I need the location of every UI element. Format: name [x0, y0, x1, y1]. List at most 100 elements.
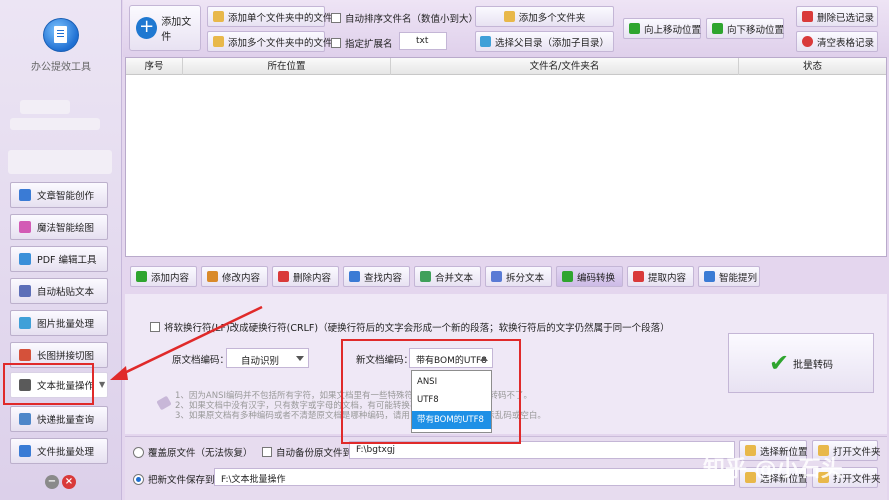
clear-table-label: 清空表格记录: [817, 37, 875, 49]
watermark: 知乎 @小石头: [703, 457, 843, 482]
auto-backup-checkbox[interactable]: 自动备份原文件到：: [262, 445, 362, 459]
specify-ext-checkbox[interactable]: 指定扩展名: [331, 36, 393, 50]
sidebar-item-label: 文件批量处理: [37, 447, 95, 458]
function-tab[interactable]: 修改内容: [201, 266, 268, 287]
function-tab[interactable]: 提取内容: [627, 266, 694, 287]
collapse-arrow-icon[interactable]: ▼: [99, 380, 105, 389]
checkbox-box[interactable]: [331, 13, 341, 23]
sidebar-item-icon: [19, 413, 31, 425]
source-encoding-value: 自动识别: [241, 356, 280, 367]
highlight-frame: [341, 339, 521, 444]
overwrite-label: 覆盖原文件（无法恢复）: [148, 448, 253, 459]
sidebar-item-icon: [19, 317, 31, 329]
specify-ext-label: 指定扩展名: [345, 39, 393, 50]
delete-selected-button[interactable]: 删除已选记录: [796, 6, 878, 27]
source-encoding-select[interactable]: 自动识别: [226, 348, 309, 368]
add-multi-folder-files-label: 添加多个文件夹中的文件: [228, 37, 333, 49]
file-table[interactable]: 序号 所在位置 文件名/文件夹名 状态: [125, 57, 887, 257]
function-tab[interactable]: 添加内容: [130, 266, 197, 287]
column-header-index[interactable]: 序号: [126, 58, 183, 75]
function-tab-label: 拆分文本: [506, 272, 545, 284]
function-tab[interactable]: 合并文本: [414, 266, 481, 287]
save-path-input[interactable]: F:\文本批量操作: [214, 468, 735, 486]
move-up-button[interactable]: 向上移动位置: [623, 18, 701, 39]
column-header-status[interactable]: 状态: [739, 58, 886, 75]
sidebar-item-label: 快递批量查询: [37, 415, 95, 426]
checkbox-box[interactable]: [262, 447, 272, 457]
save-new-radio[interactable]: 把新文件保存到：: [133, 472, 224, 486]
checkmark-icon: ✔: [768, 349, 790, 377]
sidebar-item[interactable]: 自动粘贴文本: [10, 278, 108, 304]
app-name: 办公提效工具: [31, 62, 91, 73]
function-tab-icon: [633, 271, 644, 282]
add-multi-folder-files-button[interactable]: 添加多个文件夹中的文件: [207, 31, 333, 52]
select-parent-label: 选择父目录（添加子目录）: [495, 37, 610, 49]
sidebar-item-label: 长图拼接切图: [37, 351, 95, 362]
arrow-up-icon: [629, 23, 640, 34]
delete-selected-label: 删除已选记录: [817, 12, 875, 24]
function-tab-icon: [491, 271, 502, 282]
sidebar-item[interactable]: 图片批量处理: [10, 310, 108, 336]
sidebar-item-icon: [19, 285, 31, 297]
sidebar-item[interactable]: 快递批量查询: [10, 406, 108, 432]
clear-icon: [802, 36, 813, 47]
extension-input[interactable]: txt: [399, 32, 447, 50]
add-file-label: 添加文件: [161, 17, 192, 43]
blurred-region: [10, 118, 100, 130]
function-tab-label: 合并文本: [435, 272, 474, 284]
checkbox-box[interactable]: [150, 322, 160, 332]
sidebar-item[interactable]: PDF 编辑工具: [10, 246, 108, 272]
folder-add-icon: [503, 11, 515, 22]
sidebar-item-icon: [19, 253, 31, 265]
function-tab-icon: [420, 271, 431, 282]
lf-to-crlf-checkbox[interactable]: 将软换行符(LF)改成硬换行符(CRLF)（硬换行符后的文字会形成一个新的段落；…: [150, 320, 670, 334]
function-tab-icon: [207, 271, 218, 282]
function-tab-label: 编码转换: [577, 272, 616, 284]
function-tab-icon: [278, 271, 289, 282]
sidebar-item[interactable]: 魔法智能绘图: [10, 214, 108, 240]
sidebar-item-icon: [19, 445, 31, 457]
move-up-label: 向上移动位置: [644, 24, 702, 36]
radio-button-selected[interactable]: [133, 473, 144, 485]
source-encoding-label: 原文档编码：: [172, 355, 230, 366]
folder-tree-icon: [480, 36, 491, 47]
column-header-filename[interactable]: 文件名/文件夹名: [391, 58, 739, 75]
sidebar-item[interactable]: 文件批量处理: [10, 438, 108, 464]
sidebar-item-label: 自动粘贴文本: [37, 287, 95, 298]
overwrite-radio[interactable]: 覆盖原文件（无法恢复）: [133, 445, 253, 459]
radio-button[interactable]: [133, 446, 144, 458]
add-multi-folders-button[interactable]: 添加多个文件夹: [475, 6, 614, 27]
sidebar-item-icon: [19, 349, 31, 361]
function-tab[interactable]: 删除内容: [272, 266, 339, 287]
sidebar-item-label: 魔法智能绘图: [37, 223, 95, 234]
sidebar-item-label: 文章智能创作: [37, 191, 95, 202]
plus-icon: +: [136, 17, 158, 39]
clear-table-button[interactable]: 清空表格记录: [796, 31, 878, 52]
minimize-button[interactable]: −: [45, 475, 59, 489]
auto-sort-checkbox[interactable]: 自动排序文件名（数值小到大）: [331, 11, 478, 25]
close-button[interactable]: ×: [62, 475, 76, 489]
blurred-region: [8, 150, 112, 174]
batch-convert-label: 批量转码: [793, 359, 834, 371]
function-tab[interactable]: 编码转换: [556, 266, 623, 287]
arrow-down-icon: [712, 23, 723, 34]
function-tab[interactable]: 智能提列: [698, 266, 760, 287]
sidebar-item[interactable]: 文章智能创作: [10, 182, 108, 208]
column-header-location[interactable]: 所在位置: [183, 58, 391, 75]
sidebar-item-icon: [19, 221, 31, 233]
function-tab[interactable]: 查找内容: [343, 266, 410, 287]
move-down-button[interactable]: 向下移动位置: [706, 18, 784, 39]
function-tab[interactable]: 拆分文本: [485, 266, 552, 287]
select-parent-button[interactable]: 选择父目录（添加子目录）: [475, 31, 614, 52]
move-down-label: 向下移动位置: [727, 24, 785, 36]
function-tabs: 添加内容 修改内容 删除内容 查找内容 合并文本 拆分文本 编码转换 提取内容 智能提列: [125, 262, 887, 292]
batch-convert-button[interactable]: ✔ 批量转码: [728, 333, 874, 393]
add-file-button[interactable]: + 添加文件: [129, 5, 201, 51]
function-tab-icon: [136, 271, 147, 282]
sidebar-item-icon: [19, 189, 31, 201]
function-tab-label: 查找内容: [364, 272, 403, 284]
add-single-folder-button[interactable]: 添加单个文件夹中的文件: [207, 6, 333, 27]
checkbox-box[interactable]: [331, 38, 341, 48]
sidebar-item-label: 图片批量处理: [37, 319, 95, 330]
folder-icon: [213, 36, 224, 47]
